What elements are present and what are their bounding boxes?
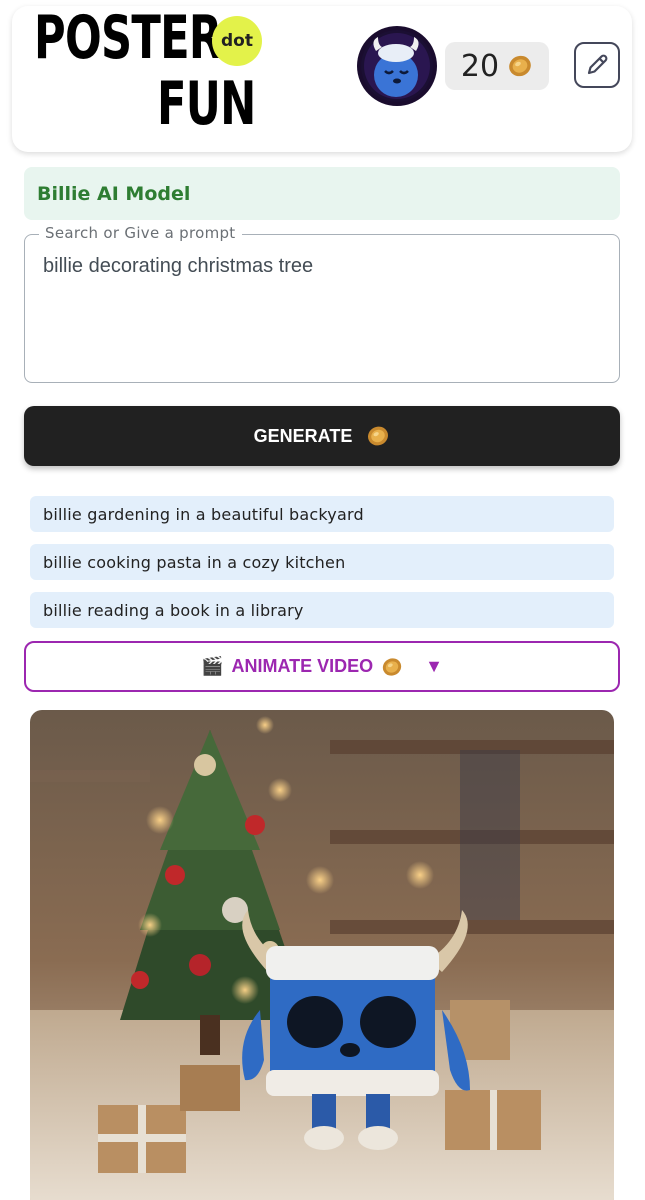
suggestion-chip[interactable]: billie gardening in a beautiful backyard <box>30 496 614 532</box>
clapperboard-icon: 🎬 <box>201 656 224 676</box>
chevron-down-icon: ▼ <box>425 656 443 676</box>
user-avatar[interactable] <box>357 26 437 106</box>
logo-word-poster: POSTER <box>34 3 222 73</box>
edit-button[interactable] <box>574 42 620 88</box>
coin-icon <box>382 657 402 676</box>
credits-badge[interactable]: 20 <box>445 42 549 90</box>
billie-christmas-tree-image <box>30 710 614 1200</box>
avatar-character-image <box>361 30 433 102</box>
generate-button[interactable]: GENERATE <box>24 406 620 466</box>
prompt-textarea[interactable]: Search or Give a prompt billie decoratin… <box>24 224 620 383</box>
generate-label: GENERATE <box>253 425 353 446</box>
posterdotfun-logo[interactable]: POSTER dot FUN <box>24 3 262 139</box>
edit-icon <box>587 54 608 75</box>
credits-count: 20 <box>460 48 500 84</box>
suggestion-chip[interactable]: billie reading a book in a library <box>30 592 614 628</box>
logo-dot-badge: dot <box>212 16 262 66</box>
prompt-value: billie decorating christmas tree <box>43 255 314 277</box>
coin-icon <box>509 55 531 77</box>
suggestion-chip[interactable]: billie cooking pasta in a cozy kitchen <box>30 544 614 580</box>
coin-icon <box>368 426 389 446</box>
animate-video-button[interactable]: 🎬 ANIMATE VIDEO ▼ <box>24 641 620 692</box>
prompt-legend: Search or Give a prompt <box>39 224 242 242</box>
animate-video-label: ANIMATE VIDEO <box>231 656 374 676</box>
model-label: Billie AI Model <box>24 167 620 220</box>
app-header: POSTER dot FUN 20 <box>12 6 632 152</box>
logo-word-fun: FUN <box>157 69 256 139</box>
generated-image[interactable] <box>30 710 614 1200</box>
